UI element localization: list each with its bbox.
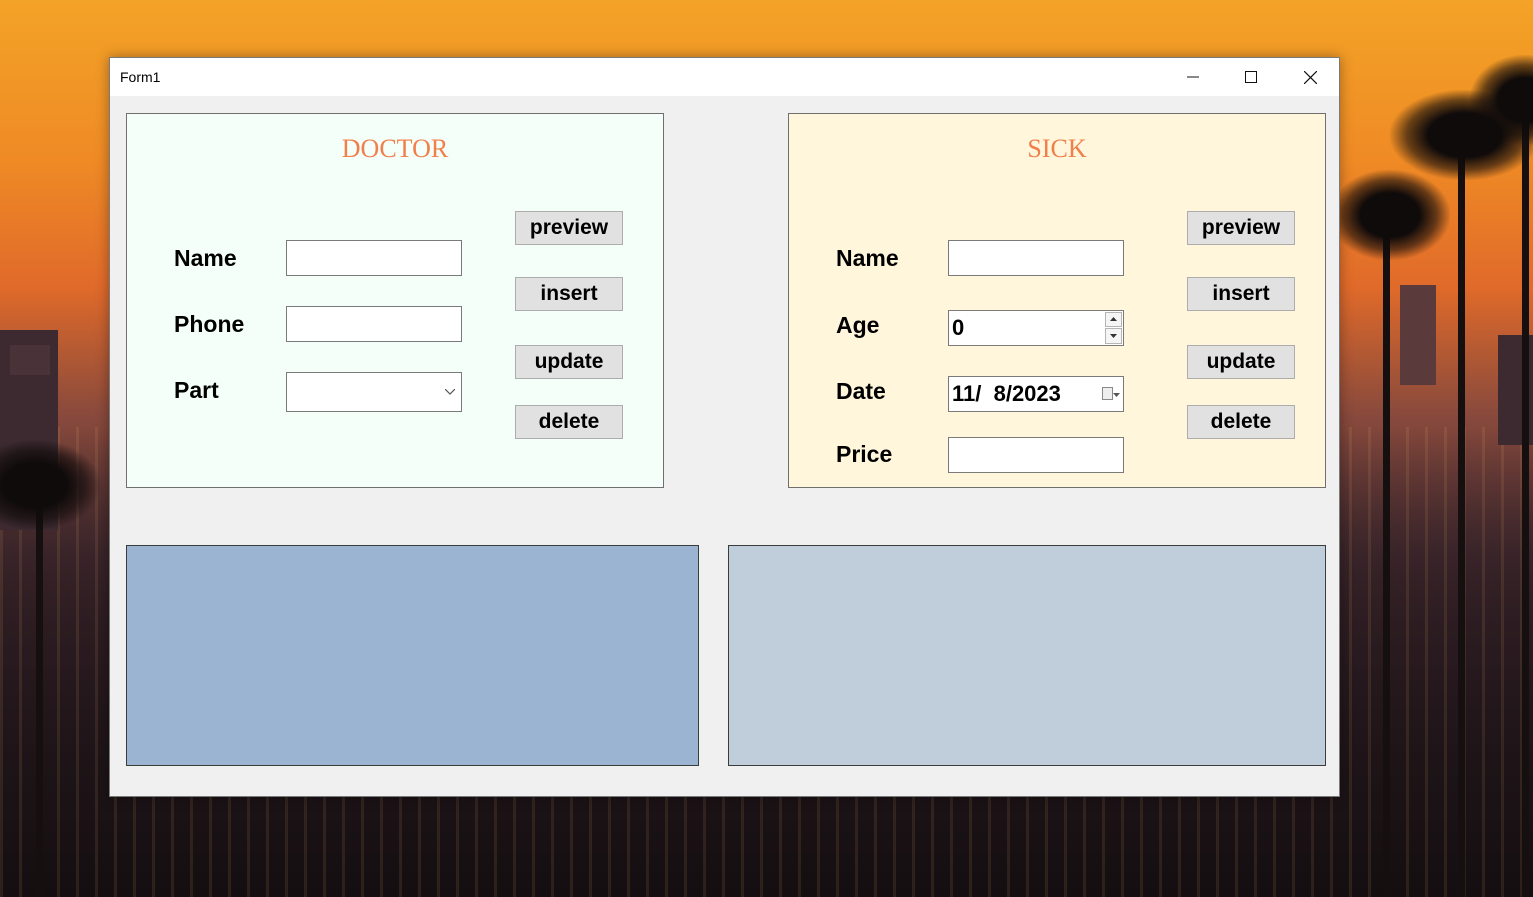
spin-up-button[interactable] [1105, 312, 1122, 327]
sick-title: SICK [1027, 134, 1087, 163]
title-bar[interactable]: Form1 [110, 58, 1339, 96]
sick-insert-button[interactable]: insert [1187, 277, 1295, 311]
spin-down-button[interactable] [1105, 328, 1122, 344]
chevron-up-icon [1110, 317, 1117, 321]
sick-age-label: Age [836, 312, 880, 338]
palm-tree [36, 480, 43, 897]
doctor-name-input[interactable] [286, 240, 462, 276]
doctor-preview-button[interactable]: preview [515, 211, 623, 245]
doctor-part-select[interactable] [286, 372, 462, 412]
sick-age-value: 0 [952, 315, 965, 340]
sick-age-stepper[interactable]: 0 [948, 310, 1124, 346]
doctor-title: DOCTOR [341, 134, 449, 163]
palm-tree [1458, 150, 1465, 897]
maximize-button[interactable] [1222, 58, 1280, 96]
sick-date-label: Date [836, 378, 886, 404]
chevron-down-icon [1113, 393, 1120, 397]
close-button[interactable] [1281, 58, 1339, 96]
sick-date-picker[interactable]: 11/ 8/2023 [948, 376, 1124, 412]
sick-panel: SICK Name Age 0 Date 11/ 8/2023 Price pr… [788, 113, 1326, 488]
doctor-part-label: Part [174, 377, 219, 403]
sick-name-input[interactable] [948, 240, 1124, 276]
palm-tree [1383, 230, 1390, 897]
doctor-insert-button[interactable]: insert [515, 277, 623, 311]
sick-preview-button[interactable]: preview [1187, 211, 1295, 245]
palm-tree [1470, 55, 1533, 145]
maximize-icon [1245, 71, 1257, 83]
sick-date-value: 11/ 8/2023 [952, 381, 1061, 406]
palm-tree [0, 440, 100, 530]
doctor-phone-input[interactable] [286, 306, 462, 342]
minimize-button[interactable] [1164, 58, 1222, 96]
doctor-data-grid[interactable] [126, 545, 699, 766]
skyline-building [10, 345, 50, 375]
form-window: Form1 DOCTOR Name Phone Part preview ins… [109, 57, 1340, 797]
sick-name-label: Name [836, 245, 899, 271]
doctor-panel: DOCTOR Name Phone Part preview insert up… [126, 113, 664, 488]
chevron-down-icon [445, 389, 455, 395]
calendar-icon [1102, 387, 1113, 400]
doctor-name-label: Name [174, 245, 237, 271]
chevron-down-icon [1110, 334, 1117, 338]
window-title: Form1 [120, 69, 161, 85]
doctor-update-button[interactable]: update [515, 345, 623, 379]
sick-price-input[interactable] [948, 437, 1124, 473]
close-icon [1303, 70, 1317, 84]
skyline-building [1400, 285, 1436, 385]
sick-update-button[interactable]: update [1187, 345, 1295, 379]
doctor-phone-label: Phone [174, 311, 245, 337]
palm-tree [1522, 90, 1529, 897]
sick-delete-button[interactable]: delete [1187, 405, 1295, 439]
doctor-delete-button[interactable]: delete [515, 405, 623, 439]
sick-price-label: Price [836, 441, 893, 467]
minimize-icon [1187, 76, 1199, 78]
palm-tree [1330, 170, 1450, 260]
sick-data-grid[interactable] [728, 545, 1326, 766]
